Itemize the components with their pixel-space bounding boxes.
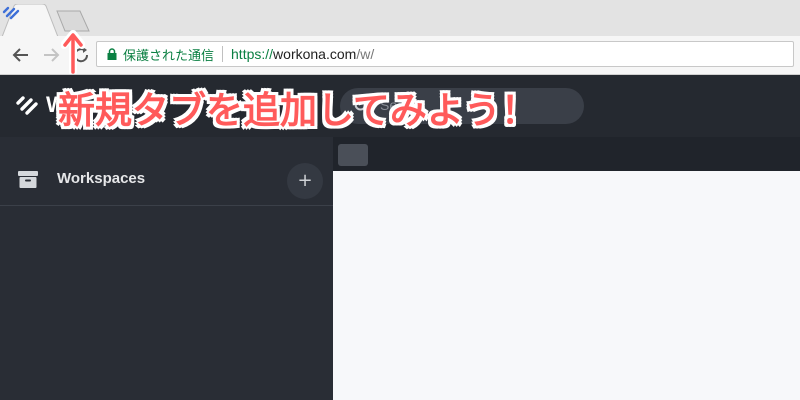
main-pane <box>333 137 800 400</box>
new-tab-button[interactable] <box>56 10 90 32</box>
annotation-callout: 新規タブを追加してみよう！ <box>58 89 538 132</box>
url-host: workona.com <box>273 46 357 62</box>
content-panel <box>333 171 800 400</box>
workona-logo-icon[interactable] <box>16 93 44 117</box>
tab-tile-placeholder[interactable] <box>338 144 368 166</box>
address-bar[interactable]: 保護された通信 https://workona.com/w/ <box>96 41 794 67</box>
back-button[interactable] <box>10 44 32 66</box>
lock-icon <box>107 48 117 60</box>
workona-favicon-icon <box>2 6 20 20</box>
omnibox-divider <box>222 46 224 62</box>
tab-workona[interactable] <box>2 4 59 37</box>
add-workspace-button[interactable]: + <box>287 163 323 199</box>
url-text: https://workona.com/w/ <box>231 46 374 62</box>
browser-toolbar: 保護された通信 https://workona.com/w/ <box>0 36 800 75</box>
archive-box-icon <box>18 171 38 188</box>
security-label: 保護された通信 <box>123 48 215 64</box>
tab-strip <box>0 0 800 37</box>
forward-button[interactable] <box>40 44 62 66</box>
arrow-left-icon <box>12 48 28 62</box>
arrow-up-icon <box>61 30 85 74</box>
sidebar: Workspaces + <box>0 137 333 400</box>
sidebar-item-label: Workspaces <box>57 170 146 187</box>
url-path: /w/ <box>356 46 375 62</box>
url-scheme: https:// <box>231 46 274 62</box>
arrow-right-icon <box>44 48 60 62</box>
sidebar-item-workspaces[interactable]: Workspaces + <box>0 137 333 206</box>
